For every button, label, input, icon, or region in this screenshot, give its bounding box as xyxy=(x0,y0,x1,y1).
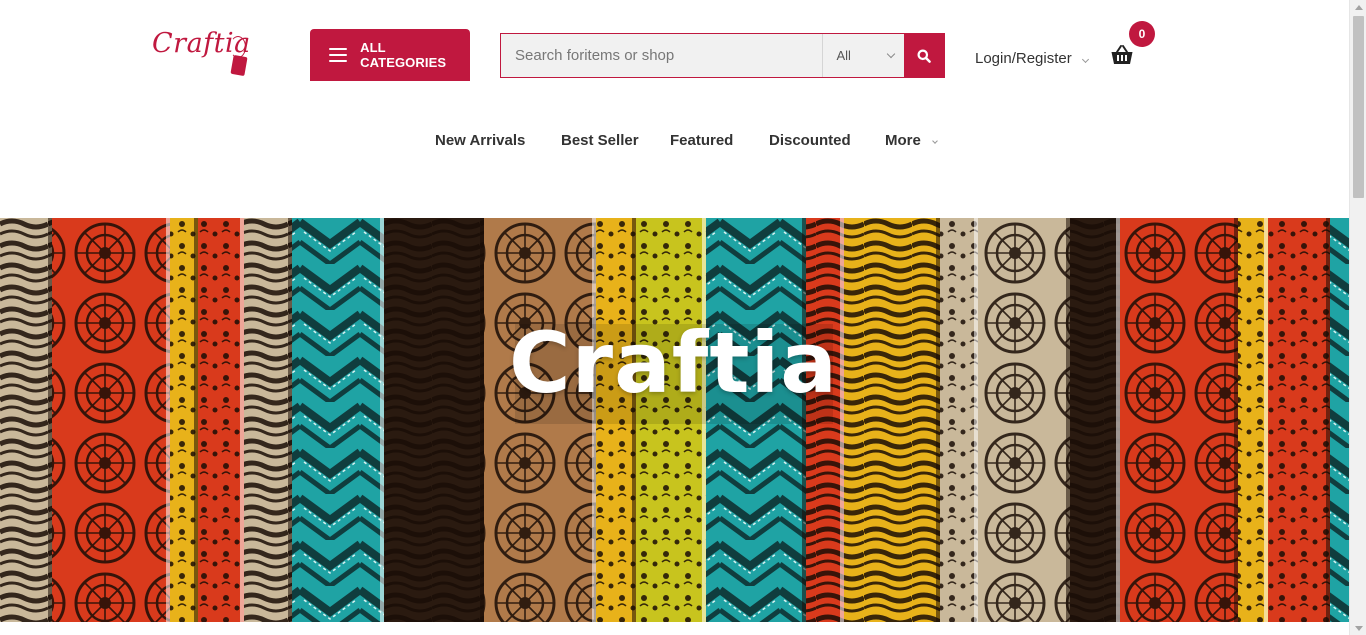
all-categories-label: ALL CATEGORIES xyxy=(360,40,447,70)
scroll-up-arrow-icon[interactable] xyxy=(1350,0,1366,14)
chevron-down-icon xyxy=(886,49,896,59)
scroll-down-arrow-icon[interactable] xyxy=(1350,621,1366,635)
fabric-strip xyxy=(844,218,940,622)
nav-more[interactable]: More xyxy=(885,132,921,149)
page-scrollbar[interactable] xyxy=(1349,0,1366,635)
fabric-strip xyxy=(1330,218,1349,622)
nav-best-seller[interactable]: Best Seller xyxy=(561,132,639,149)
chevron-down-icon xyxy=(1081,55,1089,64)
fabric-strip xyxy=(1268,218,1330,622)
fabric-strip xyxy=(198,218,244,622)
fabric-strip xyxy=(170,218,198,622)
fabric-strip xyxy=(384,218,484,622)
main-nav: New Arrivals Best Seller Featured Discou… xyxy=(0,132,1349,152)
fabric-strip xyxy=(52,218,170,622)
cart-button[interactable] xyxy=(1110,44,1134,66)
hero-banner: Craftia xyxy=(0,218,1349,622)
hero-title-text: Craftia xyxy=(509,314,838,412)
search-category-value: All xyxy=(836,48,851,63)
fabric-strip xyxy=(940,218,978,622)
search-icon xyxy=(917,49,931,63)
search-category-select[interactable]: All xyxy=(822,34,905,77)
fabric-strip xyxy=(244,218,292,622)
nav-featured[interactable]: Featured xyxy=(670,132,733,149)
basket-icon xyxy=(1111,45,1133,64)
nav-new-arrivals[interactable]: New Arrivals xyxy=(435,132,525,149)
price-tag-icon xyxy=(230,54,248,77)
fabric-strip xyxy=(292,218,384,622)
fabric-strip xyxy=(0,218,52,622)
hero-title: Craftia xyxy=(0,314,1349,412)
fabric-strip xyxy=(1238,218,1268,622)
search-input[interactable] xyxy=(501,34,823,77)
search-bar: All xyxy=(500,33,945,78)
fabric-strip xyxy=(978,218,1070,622)
fabric-strip xyxy=(1070,218,1120,622)
fabric-strip xyxy=(1120,218,1238,622)
login-register-link[interactable]: Login/Register xyxy=(975,50,1089,67)
nav-discounted[interactable]: Discounted xyxy=(769,132,851,149)
cart-count-badge: 0 xyxy=(1129,21,1155,47)
all-categories-button[interactable]: ALL CATEGORIES xyxy=(310,29,470,81)
search-button[interactable] xyxy=(904,34,944,77)
site-logo[interactable]: Craftia xyxy=(150,28,250,80)
login-register-label: Login/Register xyxy=(975,50,1072,67)
hamburger-icon xyxy=(329,48,348,62)
scrollbar-thumb[interactable] xyxy=(1353,16,1364,198)
